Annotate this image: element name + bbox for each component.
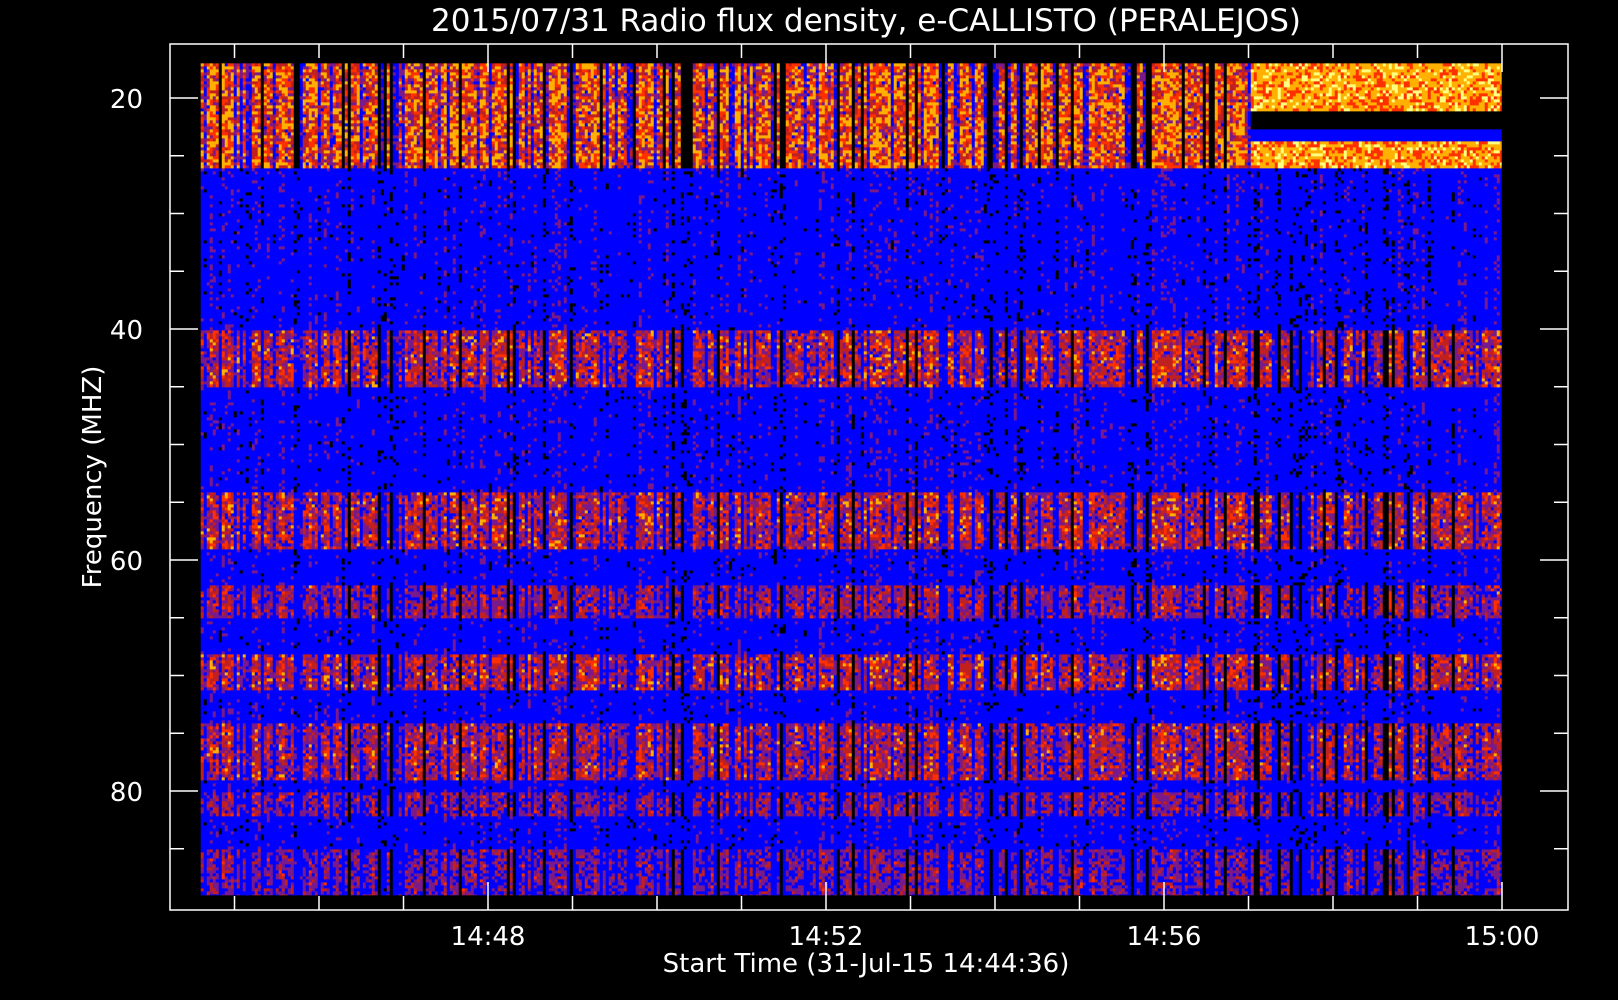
x-tick-label: 14:56 [1127,922,1202,952]
x-tick-label: 15:00 [1465,922,1540,952]
x-tick-label: 14:48 [451,922,526,952]
y-axis-label: Frequency (MHZ) [78,366,108,589]
heatmap [200,63,1502,896]
y-tick-label: 40 [110,316,143,346]
chart-title: 2015/07/31 Radio flux density, e-CALLIST… [431,3,1301,39]
x-axis-label: Start Time (31-Jul-15 14:44:36) [663,949,1070,979]
x-tick-label: 14:52 [789,922,864,952]
spectrogram-image [200,63,1502,896]
y-tick-label: 20 [110,85,143,115]
spectrogram-figure: 2015/07/31 Radio flux density, e-CALLIST… [0,0,1618,1000]
y-tick-label: 60 [110,547,143,577]
y-tick-label: 80 [110,778,143,808]
